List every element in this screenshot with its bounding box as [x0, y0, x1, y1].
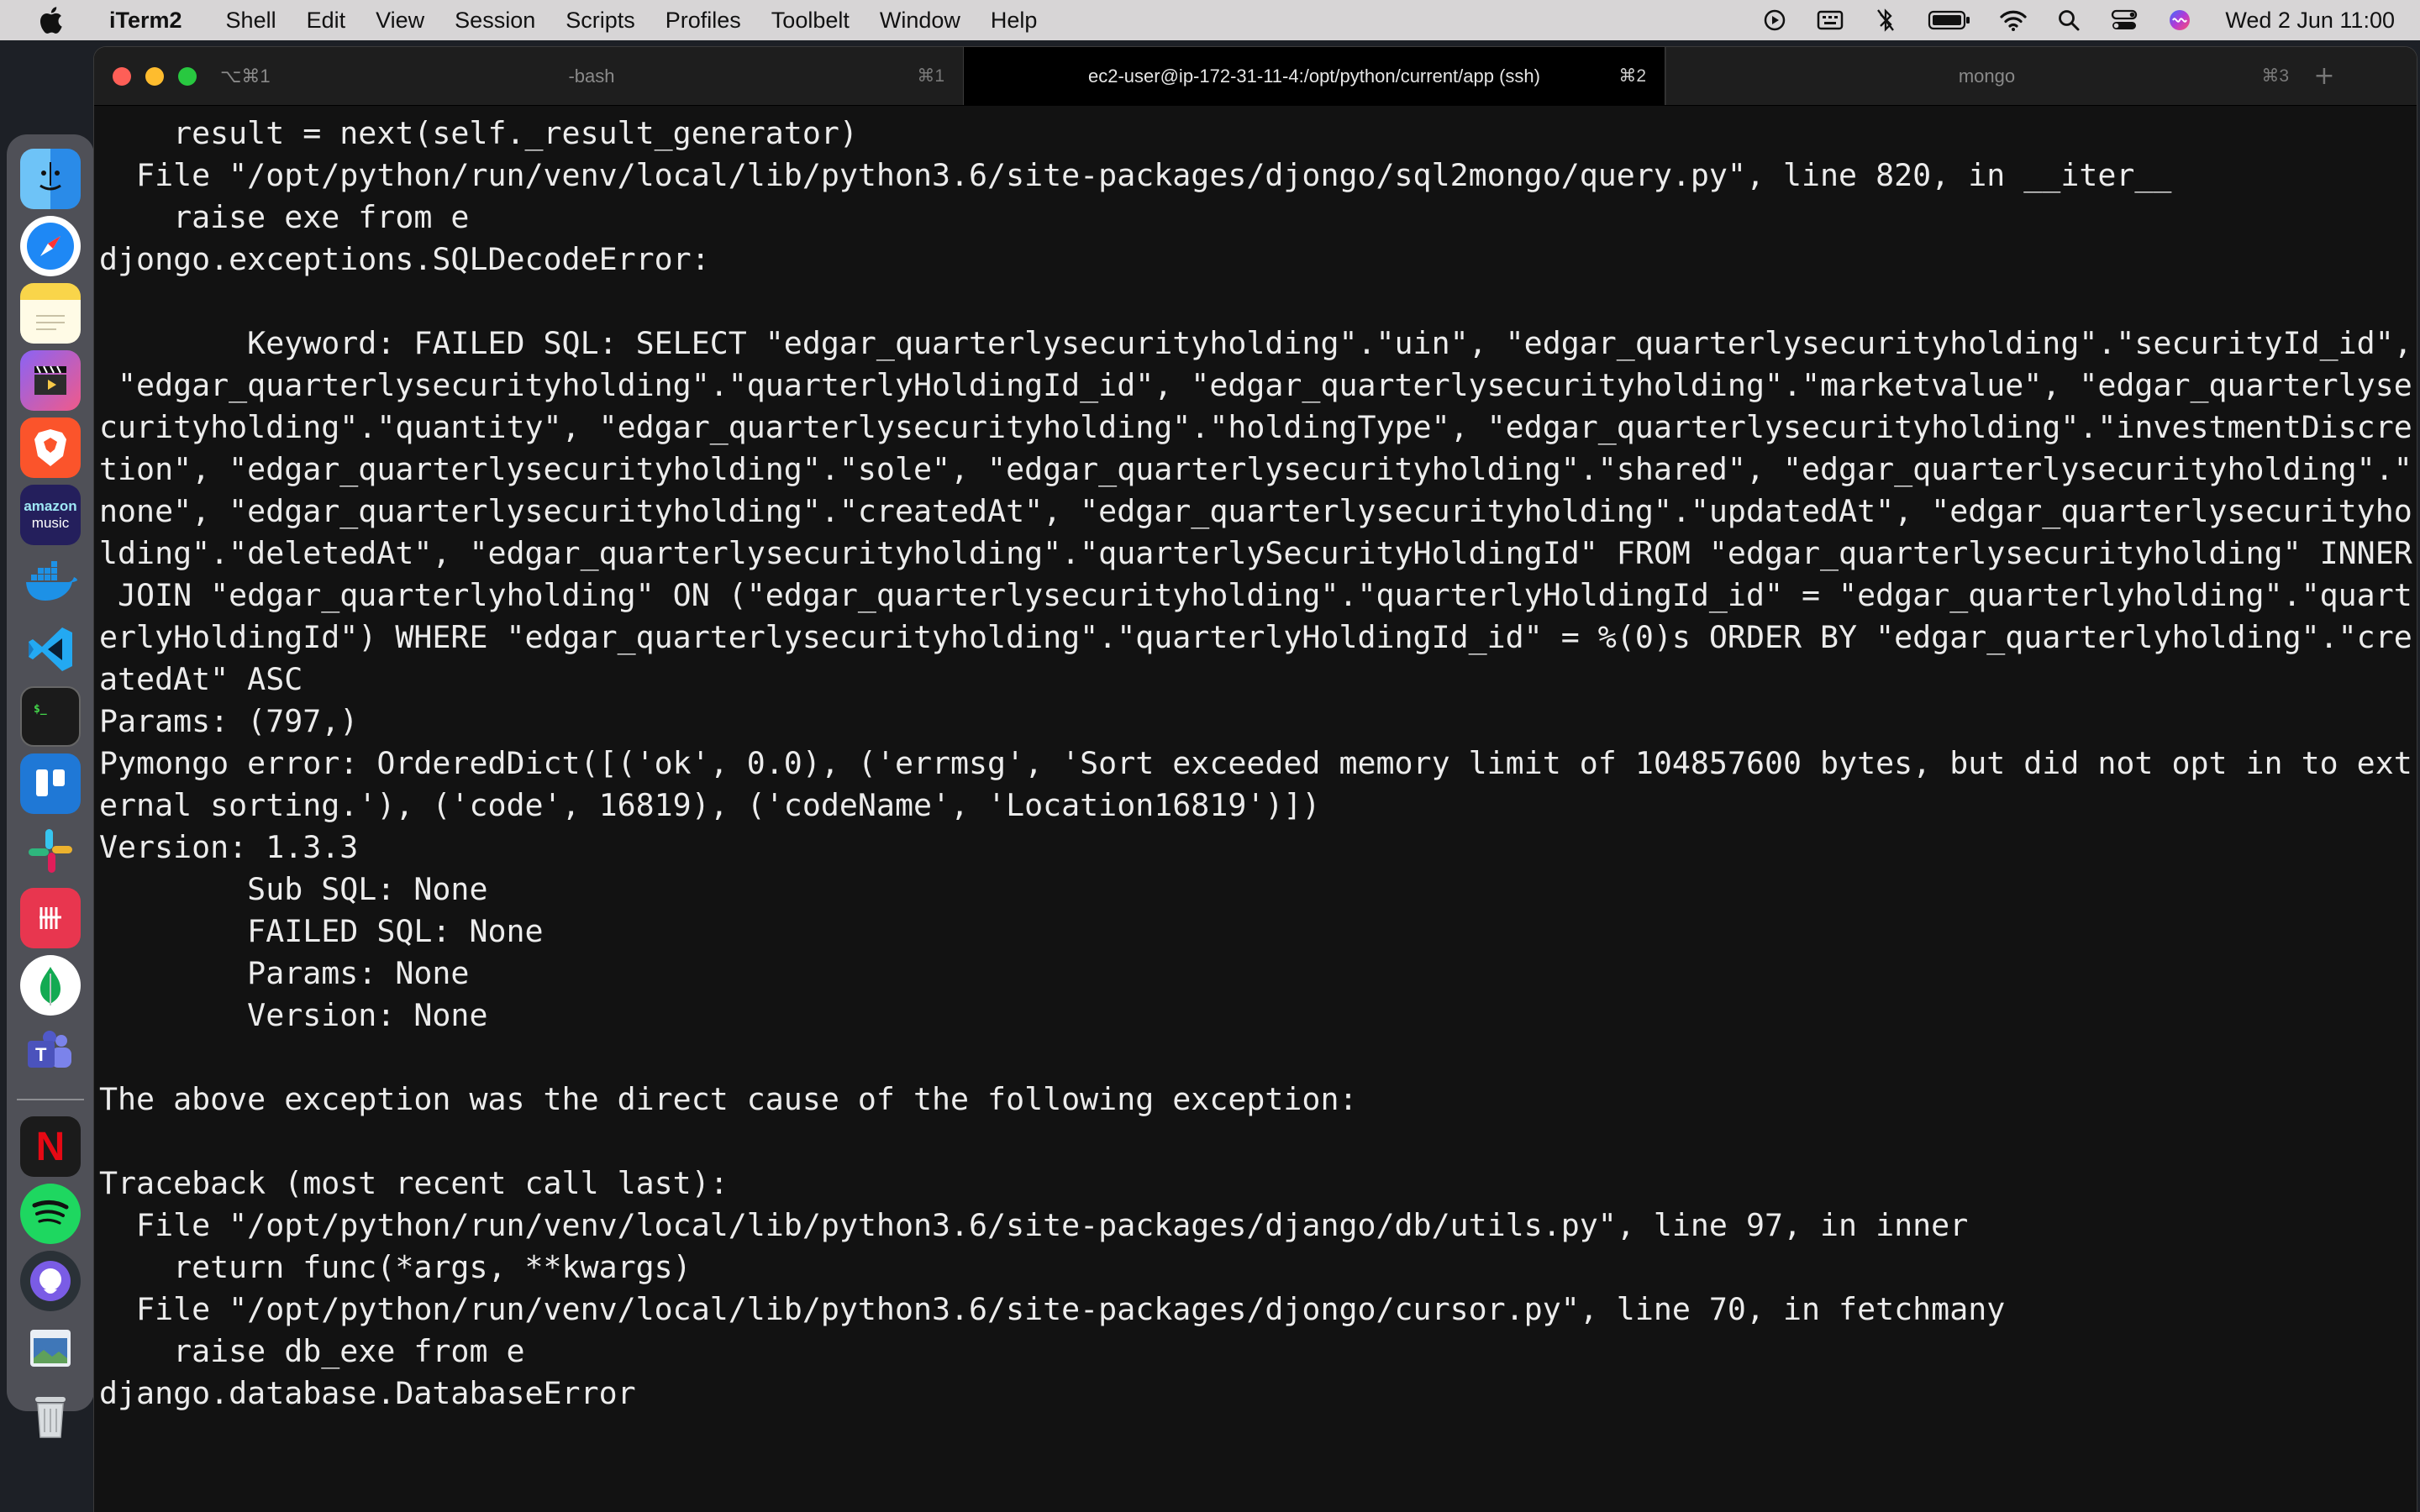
menu-help[interactable]: Help [976, 8, 1053, 34]
terminal-line: FAILED SQL: None [99, 913, 544, 949]
tab-shortcut: ⌘3 [2261, 66, 2289, 86]
terminal-line: atedAt" ASC [99, 661, 303, 697]
terminal-line: ernal sorting.'), ('code', 16819), ('cod… [99, 787, 1321, 823]
terminal-line: raise exe from e [99, 199, 470, 235]
siri-icon[interactable] [2165, 5, 2195, 35]
iterm-icon[interactable]: $_ [20, 686, 81, 747]
menu-shell[interactable]: Shell [211, 8, 292, 34]
trello-icon[interactable] [20, 753, 81, 814]
window-controls [94, 47, 220, 105]
github-desktop-icon[interactable] [20, 1251, 81, 1311]
teams-label: T [35, 1044, 47, 1065]
iterm-window: ⌥⌘1 -bash ⌘1 ec2-user@ip-172-31-11-4:/op… [94, 47, 2417, 1512]
bitcoin-app-icon[interactable] [20, 888, 81, 948]
netflix-label: N [35, 1124, 66, 1169]
tab-bash[interactable]: ⌥⌘1 -bash ⌘1 [220, 47, 963, 105]
tab-bar: ⌥⌘1 -bash ⌘1 ec2-user@ip-172-31-11-4:/op… [94, 47, 2417, 106]
battery-icon[interactable] [1926, 5, 1973, 35]
terminal-line: Traceback (most recent call last): [99, 1165, 729, 1201]
menu-toolbelt[interactable]: Toolbelt [756, 8, 865, 34]
tab-ssh[interactable]: ec2-user@ip-172-31-11-4:/opt/python/curr… [963, 47, 1665, 105]
menu-clock[interactable]: Wed 2 Jun 11:00 [2225, 8, 2395, 34]
menu-bar: iTerm2 Shell Edit View Session Scripts P… [0, 0, 2420, 40]
terminal-line: django.database.DatabaseError [99, 1375, 636, 1411]
amazon-music-label-1: amazon [24, 498, 77, 514]
svg-text:$_: $_ [34, 703, 47, 716]
spotify-icon[interactable] [20, 1184, 81, 1244]
safari-icon[interactable] [20, 216, 81, 276]
terminal-line: Pymongo error: OrderedDict([('ok', 0.0),… [99, 745, 2412, 781]
tab-title: mongo [1958, 65, 2016, 87]
menu-window[interactable]: Window [865, 8, 976, 34]
terminal-line: tion", "edgar_quarterlysecurityholding".… [99, 451, 2412, 487]
terminal-line: Params: (797,) [99, 703, 359, 739]
tab-title: -bash [568, 65, 615, 87]
netflix-icon[interactable]: N [20, 1116, 81, 1177]
terminal-line: File "/opt/python/run/venv/local/lib/pyt… [99, 1291, 2006, 1327]
mongodb-compass-icon[interactable] [20, 955, 81, 1016]
wifi-icon[interactable] [1998, 5, 2028, 35]
terminal-line: Version: None [99, 997, 488, 1033]
terminal-line: File "/opt/python/run/venv/local/lib/pyt… [99, 1207, 1969, 1243]
menu-scripts[interactable]: Scripts [550, 8, 650, 34]
imovie-icon[interactable] [20, 350, 81, 411]
teams-icon[interactable]: T [20, 1022, 81, 1083]
close-button[interactable] [113, 66, 131, 86]
menu-app-name[interactable]: iTerm2 [94, 8, 211, 34]
terminal-line: Sub SQL: None [99, 871, 488, 907]
terminal-line: none", "edgar_quarterlysecurityholding".… [99, 493, 2412, 529]
terminal-line: JOIN "edgar_quarterlyholding" ON ("edgar… [99, 577, 2412, 613]
finder-icon[interactable] [20, 149, 81, 209]
menu-edit[interactable]: Edit [292, 8, 361, 34]
terminal-line: erlyHoldingId") WHERE "edgar_quarterlyse… [99, 619, 2412, 655]
tab-shortcut: ⌘2 [1618, 66, 1646, 86]
play-circle-icon[interactable] [1760, 5, 1790, 35]
terminal-line: result = next(self._result_generator) [99, 115, 858, 151]
terminal-output[interactable]: result = next(self._result_generator) Fi… [94, 106, 2417, 1512]
vscode-icon[interactable] [20, 619, 81, 680]
dock-separator [17, 1099, 84, 1100]
amazon-music-icon[interactable]: amazon music [20, 485, 81, 545]
tab-title: ec2-user@ip-172-31-11-4:/opt/python/curr… [1088, 65, 1540, 87]
terminal-line: Version: 1.3.3 [99, 829, 359, 865]
terminal-line: djongo.exceptions.SQLDecodeError: [99, 241, 710, 277]
amazon-music-label-2: music [31, 515, 70, 531]
menu-profiles[interactable]: Profiles [650, 8, 756, 34]
keyboard-icon[interactable] [1815, 5, 1845, 35]
status-area: Wed 2 Jun 11:00 [1760, 0, 2395, 40]
tab-mongo[interactable]: mongo ⌘3 [1665, 47, 2307, 105]
menu-view[interactable]: View [360, 8, 439, 34]
terminal-line: lding"."deletedAt", "edgar_quarterlysecu… [99, 535, 2412, 571]
docker-icon[interactable] [20, 552, 81, 612]
zoom-button[interactable] [178, 66, 197, 86]
bluetooth-off-icon[interactable] [1870, 5, 1901, 35]
apple-menu-icon[interactable] [32, 0, 69, 40]
terminal-line: curityholding"."quantity", "edgar_quarte… [99, 409, 2412, 445]
terminal-line: return func(*args, **kwargs) [99, 1249, 692, 1285]
minimize-button[interactable] [145, 66, 164, 86]
terminal-line: raise db_exe from e [99, 1333, 525, 1369]
terminal-line: Params: None [99, 955, 470, 991]
trash-icon[interactable] [20, 1385, 81, 1446]
tab-shortcut: ⌘1 [917, 66, 944, 86]
control-center-icon[interactable] [2109, 5, 2139, 35]
dock: amazon music $_ T N [7, 134, 94, 1438]
slack-icon[interactable] [20, 821, 81, 881]
search-icon[interactable] [2054, 5, 2084, 35]
notes-icon[interactable] [20, 283, 81, 344]
terminal-line: "edgar_quarterlysecurityholding"."quarte… [99, 367, 2412, 403]
terminal-line: The above exception was the direct cause… [99, 1081, 1358, 1117]
new-tab-button[interactable]: + [2307, 47, 2341, 105]
brave-icon[interactable] [20, 417, 81, 478]
menu-session[interactable]: Session [439, 8, 550, 34]
preview-icon[interactable] [20, 1318, 81, 1378]
terminal-line: File "/opt/python/run/venv/local/lib/pyt… [99, 157, 2172, 193]
tab-hotkey-label: ⌥⌘1 [220, 66, 271, 87]
terminal-line: Keyword: FAILED SQL: SELECT "edgar_quart… [99, 325, 2412, 361]
